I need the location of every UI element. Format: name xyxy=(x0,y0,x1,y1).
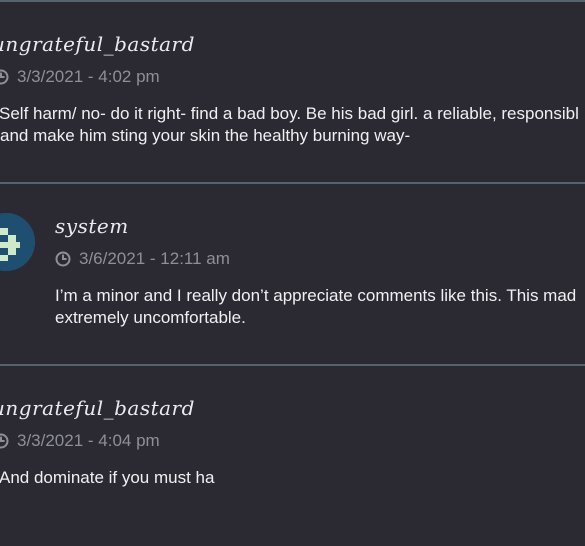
clock-icon xyxy=(0,433,9,448)
comment-card: system 3/6/2021 - 12:11 am I’m a minor a… xyxy=(0,184,585,364)
comment-meta: 3/3/2021 - 4:02 pm xyxy=(0,68,160,85)
comment-timestamp: 3/3/2021 - 4:04 pm xyxy=(17,431,160,450)
avatar[interactable] xyxy=(0,213,35,271)
comment-meta: 3/6/2021 - 12:11 am xyxy=(55,250,230,267)
comment-text-line: I’m a minor and I really don’t appreciat… xyxy=(55,286,577,305)
comment-text-line: and make him sting your skin the healthy… xyxy=(0,126,411,145)
comment-username[interactable]: ungrateful_bastard xyxy=(0,34,195,54)
comment-username[interactable]: system xyxy=(55,216,129,236)
clock-icon xyxy=(0,69,9,84)
comment-timestamp: 3/3/2021 - 4:02 pm xyxy=(17,67,160,86)
pixel-avatar xyxy=(0,213,35,271)
comment-timestamp: 3/6/2021 - 12:11 am xyxy=(79,249,230,268)
comment-text-line: And dominate if you must ha xyxy=(0,468,215,487)
comment-text-line: Self harm/ no- do it right- find a bad b… xyxy=(0,104,579,123)
comment-card: ungrateful_bastard 3/3/2021 - 4:02 pm Se… xyxy=(0,0,585,183)
clock-icon xyxy=(55,251,71,266)
comment-meta: 3/3/2021 - 4:04 pm xyxy=(0,432,160,449)
comment-card: ungrateful_bastard 3/3/2021 - 4:04 pm An… xyxy=(0,366,585,546)
comment-text-line: extremely uncomfortable. xyxy=(55,308,246,327)
comment-username[interactable]: ungrateful_bastard xyxy=(0,398,195,418)
